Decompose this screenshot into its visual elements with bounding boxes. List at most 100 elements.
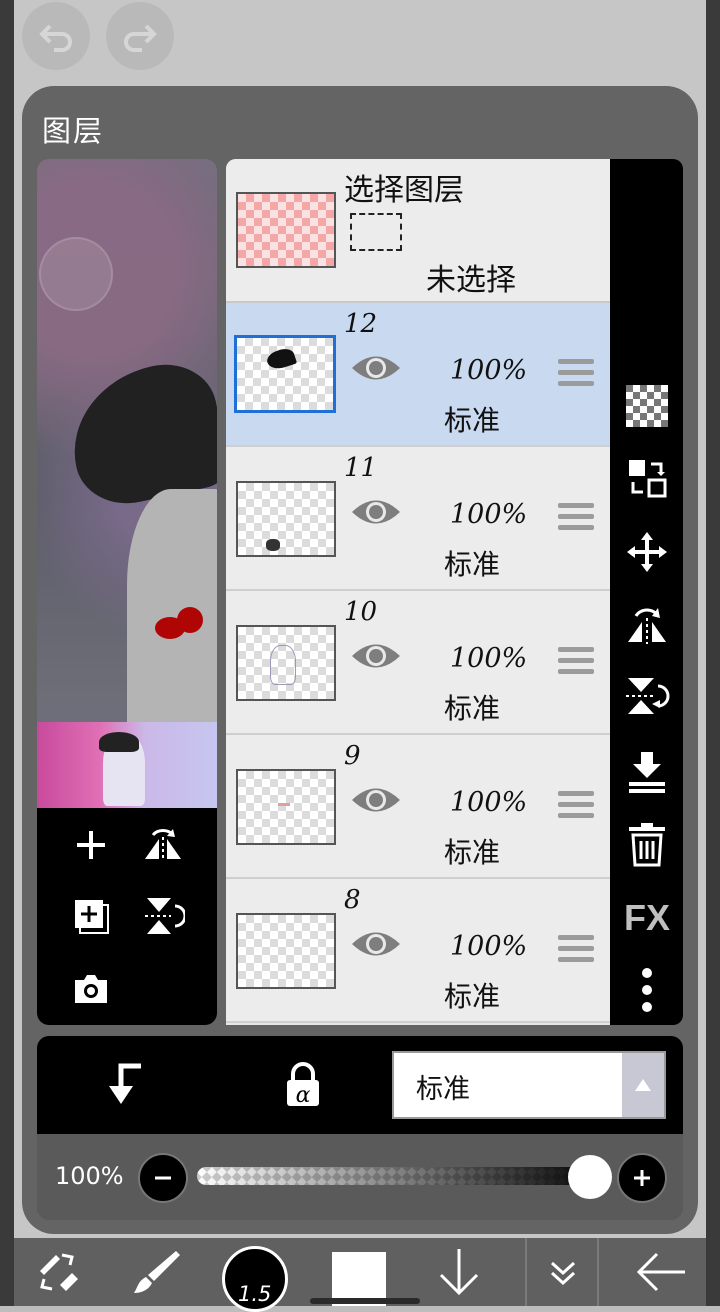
chevron-up-icon[interactable] xyxy=(622,1053,664,1117)
redo-icon xyxy=(124,24,157,52)
layer-actions-toolbar: FX xyxy=(610,159,683,1025)
layer-blend-mode: 标准 xyxy=(444,548,501,581)
tool-select-button[interactable] xyxy=(22,1238,92,1306)
flip-vertical-icon xyxy=(145,898,185,934)
drag-handle-icon[interactable] xyxy=(558,647,594,680)
opacity-decrease-button[interactable] xyxy=(138,1153,188,1203)
layer-number: 11 xyxy=(344,453,378,483)
canvas-thumbnail[interactable] xyxy=(37,722,217,808)
eye-icon[interactable] xyxy=(350,351,402,385)
add-layer-button[interactable] xyxy=(66,820,116,870)
drag-handle-icon[interactable] xyxy=(558,791,594,824)
canvas-preview xyxy=(37,159,217,1025)
eye-icon[interactable] xyxy=(350,927,402,961)
clipping-button[interactable] xyxy=(105,1062,145,1110)
selection-layer-title: 选择图层 xyxy=(344,173,464,208)
fx-button[interactable]: FX xyxy=(622,893,672,943)
layer-row[interactable]: 9 100% 标准 xyxy=(226,735,610,879)
collapse-button[interactable] xyxy=(528,1238,598,1306)
layer-thumbnail xyxy=(236,913,336,989)
layer-content-preview xyxy=(264,346,298,372)
trash-icon xyxy=(629,823,665,867)
layer-row[interactable]: 11 100% 标准 xyxy=(226,447,610,591)
layer-row[interactable]: 12 100% 标准 xyxy=(226,303,610,447)
opacity-slider-knob[interactable] xyxy=(568,1155,612,1199)
drag-handle-icon[interactable] xyxy=(558,503,594,536)
delete-layer-button[interactable] xyxy=(622,819,672,869)
thumbs-up-icon xyxy=(39,237,113,311)
transparency-button[interactable] xyxy=(622,381,672,431)
alpha-lock-icon: α xyxy=(287,1062,319,1108)
layer-opacity: 100% xyxy=(450,355,528,386)
flip-layer-vertical-button[interactable] xyxy=(622,671,672,721)
flip-vertical-button[interactable] xyxy=(138,891,188,941)
redo-button[interactable] xyxy=(106,2,174,70)
merge-down-button[interactable] xyxy=(622,747,672,797)
brush-button[interactable] xyxy=(122,1238,192,1306)
minus-icon xyxy=(155,1176,171,1180)
layer-list: 选择图层 未选择 12 100% 标准 11 100% 标准 10 100% 标… xyxy=(226,159,610,1025)
layer-opacity: 100% xyxy=(450,499,528,530)
opacity-slider-track[interactable] xyxy=(197,1167,607,1185)
camera-icon xyxy=(75,975,107,1003)
move-button[interactable] xyxy=(622,527,672,577)
clipping-arrow-icon xyxy=(109,1063,141,1104)
swap-icon xyxy=(629,460,667,498)
artwork-bow xyxy=(177,607,203,633)
eye-icon[interactable] xyxy=(350,783,402,817)
flip-vertical-icon xyxy=(626,678,670,714)
add-copy-layer-button[interactable] xyxy=(66,891,116,941)
more-menu-button[interactable] xyxy=(622,965,672,1015)
layer-row[interactable]: 8 100% 标准 xyxy=(226,879,610,1023)
layer-blend-mode: 标准 xyxy=(444,836,501,869)
selection-layer-row[interactable]: 选择图层 未选择 xyxy=(226,159,610,303)
selection-status: 未选择 xyxy=(426,263,516,298)
blend-mode-select[interactable]: 标准 xyxy=(392,1051,666,1119)
chevron-double-down-icon xyxy=(550,1261,576,1286)
swap-layer-button[interactable] xyxy=(622,453,672,503)
more-vertical-icon xyxy=(642,968,652,1012)
layer-row[interactable]: 10 100% 标准 xyxy=(226,591,610,735)
thumbnail-hat xyxy=(99,732,139,752)
layer-number: 9 xyxy=(344,741,361,771)
flip-layer-horizontal-button[interactable] xyxy=(622,599,672,649)
move-icon xyxy=(627,532,667,572)
brush-icon xyxy=(134,1251,180,1293)
plus-icon xyxy=(634,1170,650,1186)
artwork-hair xyxy=(127,489,217,729)
merge-down-icon xyxy=(629,752,665,793)
eye-icon[interactable] xyxy=(350,639,402,673)
layer-thumbnail xyxy=(236,769,336,845)
alpha-lock-button[interactable]: α xyxy=(283,1062,323,1112)
home-indicator xyxy=(310,1298,420,1304)
layer-thumbnail xyxy=(236,625,336,701)
opacity-increase-button[interactable] xyxy=(617,1153,667,1203)
layer-thumbnail xyxy=(236,481,336,557)
layer-blend-mode: 标准 xyxy=(444,404,501,437)
back-button[interactable] xyxy=(626,1238,696,1306)
flip-horizontal-button[interactable] xyxy=(138,820,188,870)
layer-thumbnail xyxy=(234,335,336,413)
selection-layer-thumbnail xyxy=(236,192,336,268)
flip-horizontal-icon xyxy=(628,608,666,644)
flip-horizontal-icon xyxy=(145,829,181,861)
opacity-bar: 100% xyxy=(37,1134,683,1220)
panel-title: 图层 xyxy=(42,114,105,148)
eye-icon[interactable] xyxy=(350,495,402,529)
import-photo-button[interactable] xyxy=(66,964,116,1014)
arrow-left-icon xyxy=(636,1252,685,1292)
brush-size-value: 1.5 xyxy=(238,1282,272,1306)
layer-down-button[interactable] xyxy=(424,1238,494,1306)
undo-button[interactable] xyxy=(22,2,90,70)
layer-number: 10 xyxy=(344,597,378,627)
layer-opacity: 100% xyxy=(450,931,528,962)
blend-mode-value: 标准 xyxy=(416,1074,470,1105)
drag-handle-icon[interactable] xyxy=(558,359,594,392)
layer-blend-mode: 标准 xyxy=(444,980,501,1013)
layer-blend-mode: 标准 xyxy=(444,692,501,725)
screen-edge-right xyxy=(706,0,720,1306)
marquee-icon xyxy=(350,213,402,251)
screen-edge-left xyxy=(0,0,14,1306)
pen-eraser-icon xyxy=(40,1253,78,1291)
drag-handle-icon[interactable] xyxy=(558,935,594,968)
